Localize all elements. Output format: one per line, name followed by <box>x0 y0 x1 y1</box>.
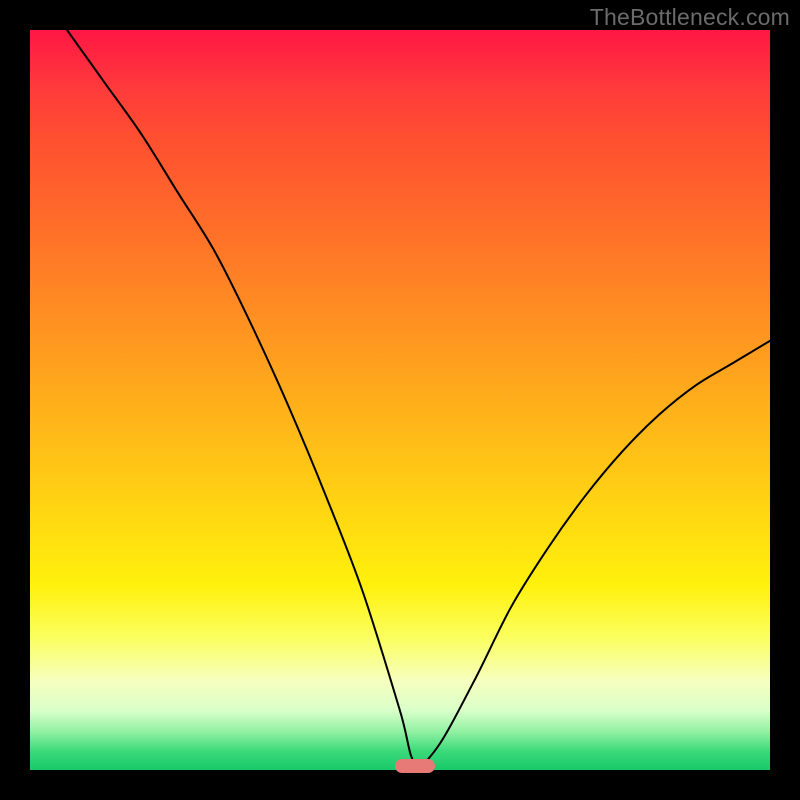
plot-area <box>30 30 770 770</box>
optimal-marker <box>395 759 435 773</box>
watermark-text: TheBottleneck.com <box>590 4 790 31</box>
bottleneck-curve <box>30 30 770 770</box>
chart-frame: TheBottleneck.com <box>0 0 800 800</box>
